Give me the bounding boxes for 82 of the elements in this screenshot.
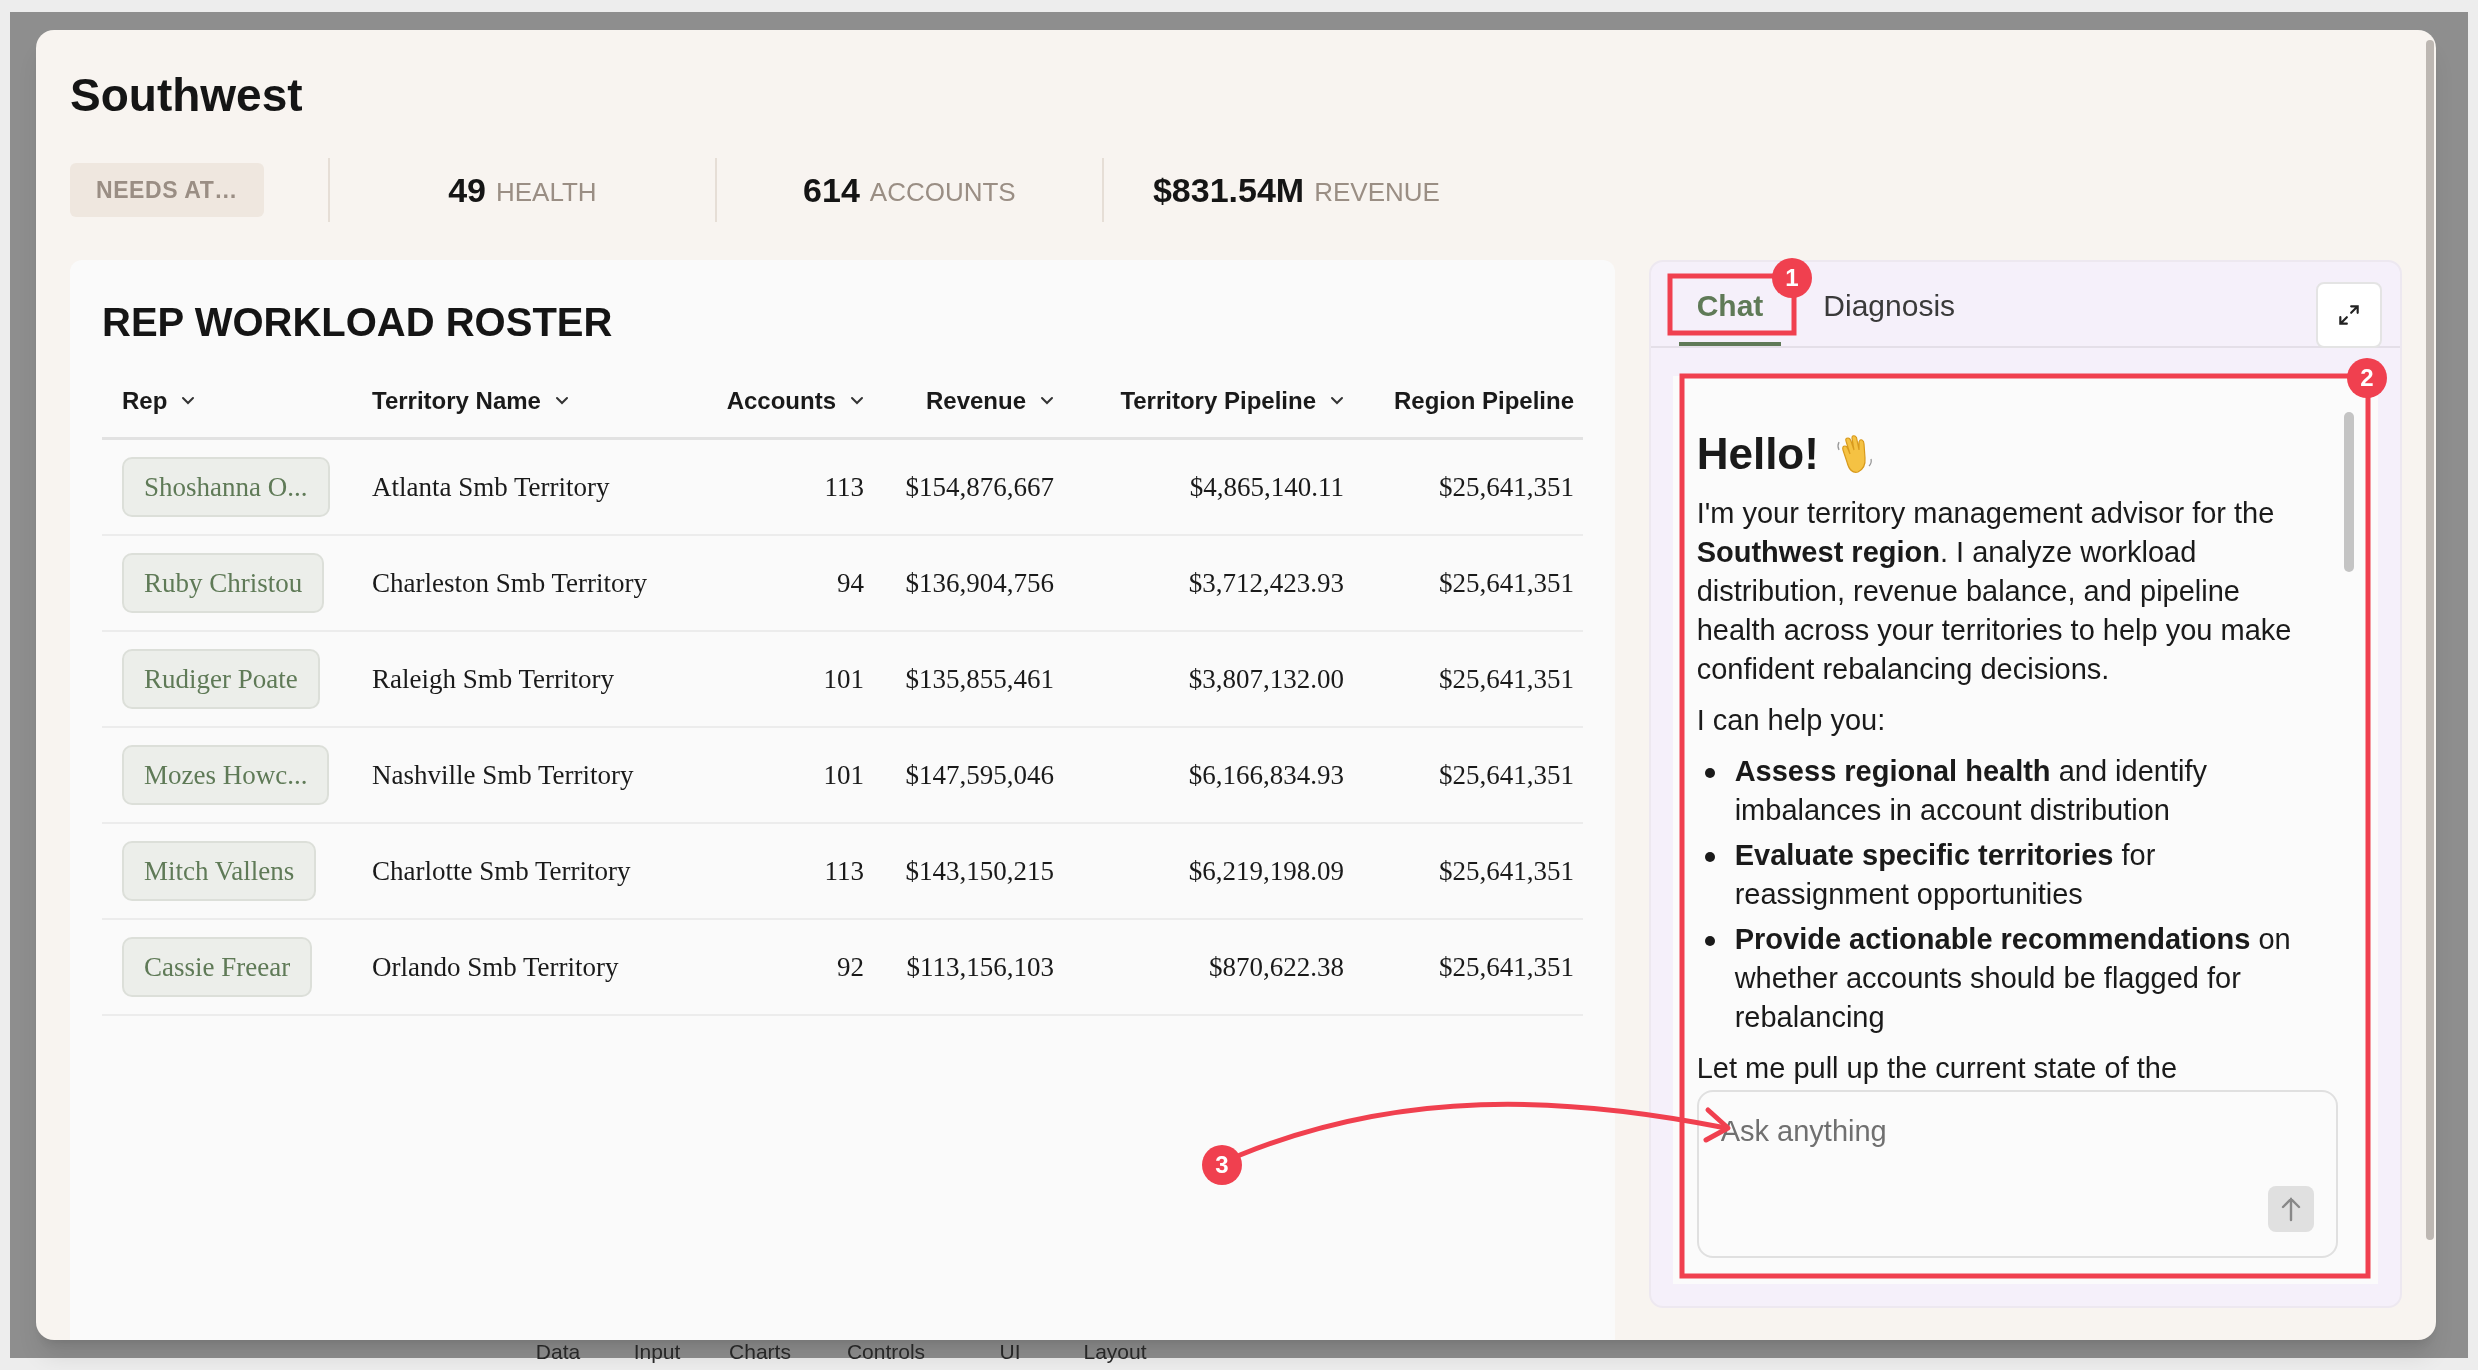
toolbar-item[interactable]: Input (633, 1340, 681, 1363)
scrollbar[interactable] (2344, 412, 2354, 572)
message-paragraph: I can help you: (1696, 703, 1887, 738)
chevron-down-icon[interactable] (1040, 396, 1054, 406)
table-cell-text: $25,641,351 (1439, 758, 1574, 792)
message-input[interactable]: Ask anything (1720, 1110, 2281, 1154)
toolbar-item[interactable]: Data (535, 1340, 581, 1363)
stat-label: ACCOUNTS (869, 175, 1016, 209)
table-cell-text: $6,219,198.09 (1188, 854, 1344, 888)
table-cell-text: 113 (824, 470, 864, 504)
column-header[interactable]: Accounts (726, 383, 836, 419)
chevron-down-icon[interactable] (1330, 396, 1344, 406)
step-badge: 3 (1202, 1145, 1242, 1185)
chevron-down-icon[interactable] (181, 396, 196, 406)
message-paragraph: I'm your territory management advisor for the Southwest region. I analyze workload distribution, revenue balance, and pipeline health across your territories to help you make confident rebalancing decisions. (1696, 496, 2293, 687)
table-cell-text: $25,641,351 (1439, 950, 1574, 984)
expand-icon (2336, 302, 2362, 328)
chevron-down-icon[interactable] (554, 396, 569, 406)
table-cell-text: Charleston Smb Territory (372, 566, 648, 600)
column-header[interactable]: Rep (122, 383, 168, 419)
greeting-heading: Hello! (1696, 428, 1819, 480)
table-cell-text: $25,641,351 (1439, 662, 1574, 696)
bullet-icon (1704, 852, 1715, 862)
scrollbar[interactable] (2426, 40, 2434, 1240)
bullet-icon (1704, 936, 1715, 946)
table-cell-text: $25,641,351 (1439, 566, 1574, 600)
stat-value: 49 (448, 169, 486, 211)
table-cell-text: $113,156,103 (906, 950, 1054, 984)
rep-chip[interactable]: Cassie Freear (122, 936, 313, 998)
table-cell-text: Charlotte Smb Territory (372, 854, 631, 888)
table-cell-text: Atlanta Smb Territory (372, 470, 610, 504)
table-cell-text: 113 (824, 854, 864, 888)
table-cell-text: 101 (823, 758, 864, 792)
table-cell-text: 101 (823, 662, 864, 696)
table-cell-text: $4,865,140.11 (1189, 470, 1344, 504)
status-badge: NEEDS AT… (70, 162, 264, 218)
arrow-up-icon (2279, 1196, 2303, 1222)
expand-button[interactable] (2316, 282, 2382, 348)
toolbar-item[interactable]: Charts (729, 1340, 791, 1363)
table-cell-text: Raleigh Smb Territory (372, 662, 615, 696)
table-cell-text: Nashville Smb Territory (372, 758, 634, 792)
stat-value: $831.54M (1152, 169, 1305, 211)
chevron-down-icon[interactable] (850, 396, 864, 406)
table-cell-text: 94 (837, 566, 864, 600)
list-item-text: Provide actionable recommendations on whether accounts should be flagged for rebalancing (1734, 922, 2292, 1035)
step-badge: 1 (1772, 258, 1812, 298)
table-cell-text: 92 (837, 950, 864, 984)
dialog-title: Southwest (70, 72, 304, 118)
toolbar-item[interactable]: UI (999, 1340, 1021, 1363)
column-header[interactable]: Territory Name (372, 383, 541, 419)
step-badge: 2 (2347, 358, 2387, 398)
rep-chip[interactable]: Shoshanna O... (122, 456, 330, 518)
rep-chip[interactable]: Mozes Howc... (122, 744, 330, 806)
toolbar-item[interactable]: Controls (846, 1340, 926, 1363)
table-cell-text: $135,855,461 (905, 662, 1054, 696)
table-cell-text: $154,876,667 (905, 470, 1054, 504)
table-cell-text: $147,595,046 (905, 758, 1054, 792)
column-header[interactable]: Region Pipeline (1393, 383, 1574, 419)
bullet-icon (1704, 768, 1715, 778)
column-header[interactable]: Territory Pipeline (1120, 383, 1316, 419)
table-cell-text: $143,150,215 (905, 854, 1054, 888)
column-header[interactable]: Revenue (925, 383, 1026, 419)
toolbar-item[interactable]: Layout (1083, 1340, 1147, 1363)
list-item-text: Evaluate specific territories for reassignment opportunities (1734, 838, 2157, 912)
stat-label: HEALTH (496, 175, 597, 209)
rep-chip[interactable]: Rudiger Poate (122, 648, 320, 710)
table-cell-text: Orlando Smb Territory (372, 950, 619, 984)
rep-chip[interactable]: Mitch Vallens (122, 840, 317, 902)
rep-chip[interactable]: Ruby Christou (122, 552, 325, 614)
table-cell-text: $136,904,756 (905, 566, 1054, 600)
table-cell-text: $25,641,351 (1439, 470, 1574, 504)
table-cell-text: $25,641,351 (1439, 854, 1574, 888)
send-button[interactable] (2268, 1186, 2314, 1232)
stat-label: REVENUE (1314, 175, 1440, 209)
tab[interactable]: Diagnosis (1819, 283, 1960, 346)
table-cell-text: $6,166,834.93 (1188, 758, 1344, 792)
message-paragraph: Let me pull up the current state of the (1696, 1051, 2179, 1086)
table-cell-text: $3,807,132.00 (1188, 662, 1344, 696)
stat-value: 614 (803, 169, 860, 211)
table-cell-text: $3,712,423.93 (1188, 566, 1344, 600)
roster-title: REP WORKLOAD ROSTER (102, 302, 614, 342)
table-cell-text: $870,622.38 (1209, 950, 1344, 984)
